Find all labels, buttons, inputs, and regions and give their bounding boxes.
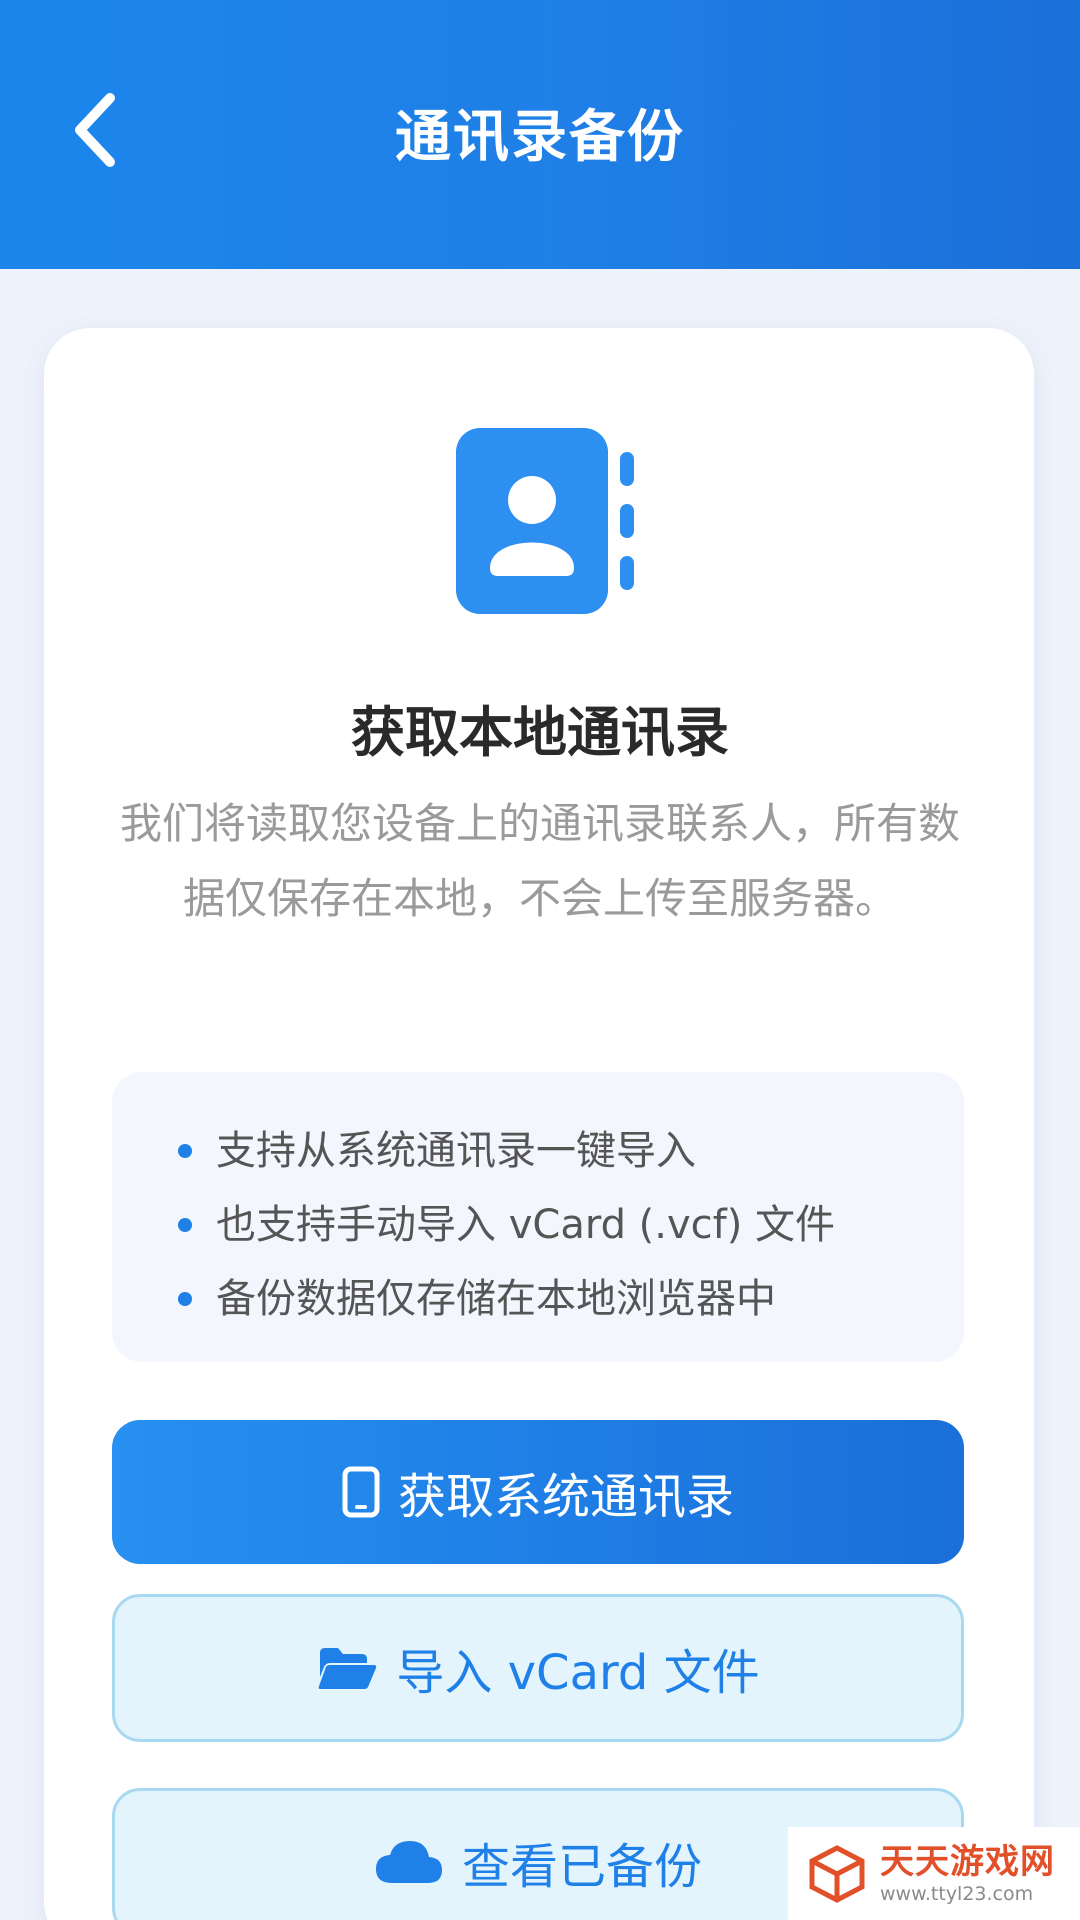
watermark-url: www.ttyl23.com: [880, 1882, 1034, 1905]
feature-text: 支持从系统通讯录一键导入: [216, 1128, 696, 1174]
folder-open-icon: [316, 1645, 378, 1691]
feature-text: 也支持手动导入 vCard (.vcf) 文件: [216, 1202, 836, 1248]
bullet-dot: [178, 1292, 192, 1306]
import-vcard-button[interactable]: 导入 vCard 文件: [112, 1594, 964, 1742]
feature-item: 也支持手动导入 vCard (.vcf) 文件: [178, 1184, 964, 1258]
get-contacts-button[interactable]: 获取系统通讯录: [112, 1420, 964, 1564]
view-backups-label: 查看已备份: [461, 1839, 702, 1895]
watermark-text: 天天游戏网 www.ttyl23.com: [880, 1842, 1055, 1906]
phone-icon: [342, 1466, 380, 1518]
feature-list: 支持从系统通讯录一键导入 也支持手动导入 vCard (.vcf) 文件 备份数…: [112, 1072, 964, 1362]
import-vcard-label: 导入 vCard 文件: [396, 1645, 760, 1701]
contact-book-icon: [456, 428, 634, 614]
watermark-name: 天天游戏网: [880, 1841, 1055, 1882]
card-title: 获取本地通讯录: [351, 701, 729, 764]
app-header: 通讯录备份: [0, 0, 1080, 269]
bullet-dot: [178, 1218, 192, 1232]
feature-text: 备份数据仅存储在本地浏览器中: [216, 1276, 776, 1322]
card-description: 我们将读取您设备上的通讯录联系人，所有数据仅保存在本地，不会上传至服务器。: [119, 799, 960, 923]
feature-item: 备份数据仅存储在本地浏览器中: [178, 1258, 964, 1332]
cube-logo-icon: [809, 1844, 865, 1903]
get-contacts-label: 获取系统通讯录: [397, 1469, 734, 1525]
watermark-logo: 天天游戏网 www.ttyl23.com: [788, 1827, 1080, 1920]
feature-item: 支持从系统通讯录一键导入: [178, 1110, 964, 1184]
bullet-dot: [178, 1144, 192, 1158]
cloud-icon: [374, 1839, 444, 1885]
page-title: 通讯录备份: [395, 105, 685, 170]
